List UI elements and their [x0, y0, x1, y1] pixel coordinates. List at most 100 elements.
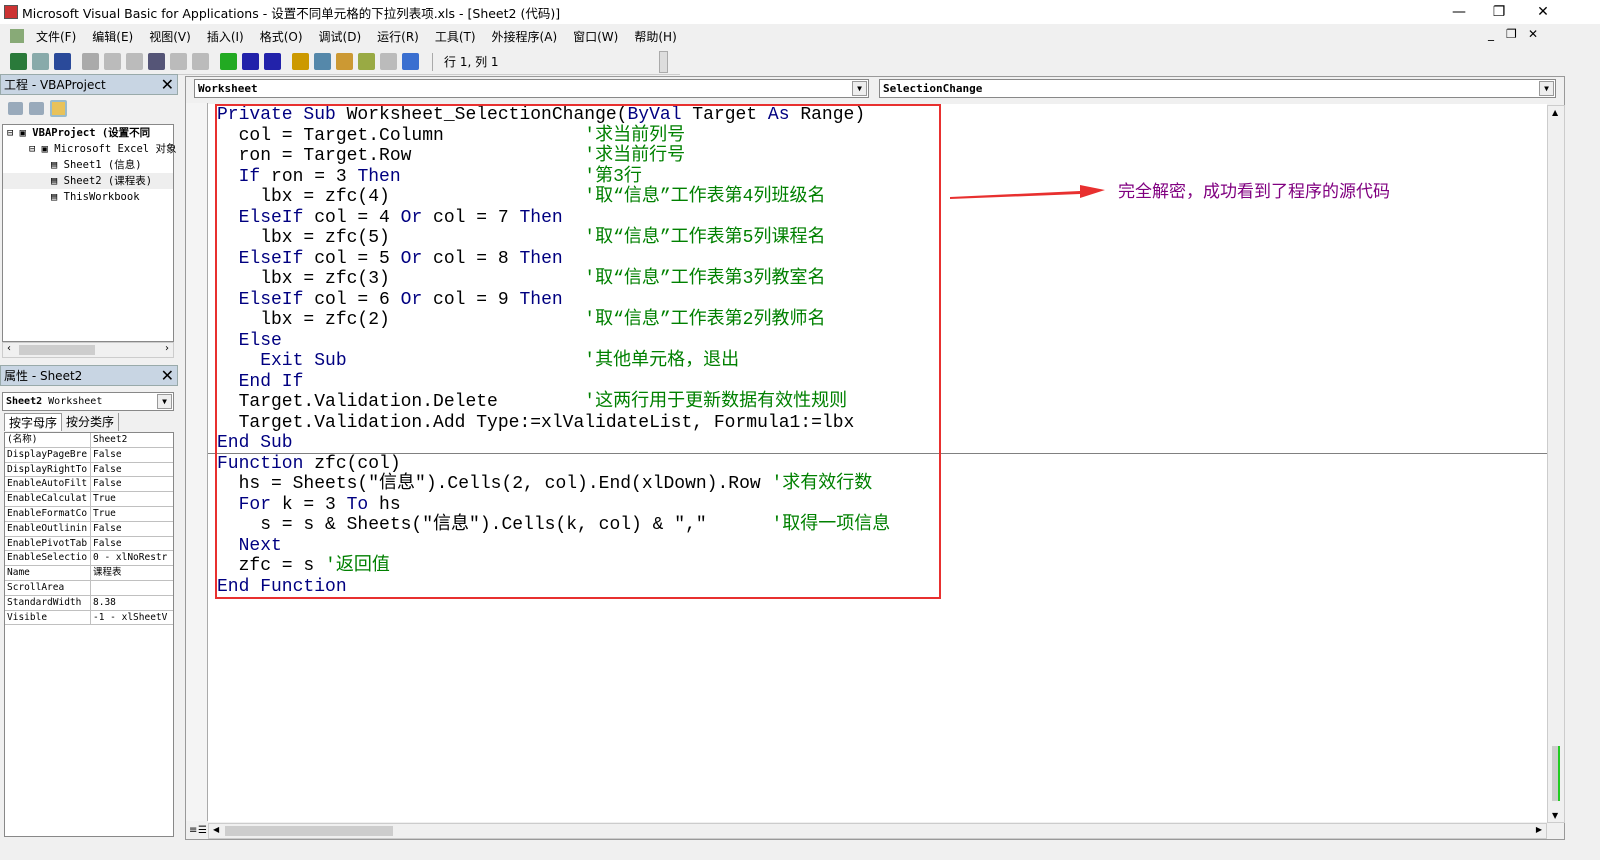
- property-value[interactable]: [91, 581, 171, 595]
- property-row[interactable]: (名称) Sheet2: [5, 433, 173, 448]
- property-name: EnablePivotTab: [5, 536, 91, 551]
- property-value[interactable]: False: [91, 522, 171, 536]
- toggle-folders-icon[interactable]: [50, 99, 67, 117]
- cut-icon[interactable]: [82, 53, 99, 70]
- view-object-icon[interactable]: [29, 101, 44, 115]
- break-icon[interactable]: [242, 53, 259, 70]
- procedure-combo-value: SelectionChange: [883, 82, 983, 95]
- properties-tabs: 按字母序 按分类序: [4, 413, 120, 431]
- property-row[interactable]: Name 课程表: [5, 566, 173, 581]
- tree-item[interactable]: ⊟ ▣ Microsoft Excel 对象: [3, 141, 176, 157]
- tree-item[interactable]: ▤ ThisWorkbook: [3, 189, 173, 205]
- menu-item[interactable]: 文件(F): [28, 28, 84, 45]
- undo-icon[interactable]: [170, 53, 187, 70]
- find-icon[interactable]: [148, 53, 165, 70]
- procedure-combo[interactable]: SelectionChange ▼: [879, 79, 1556, 98]
- menu-item[interactable]: 视图(V): [141, 28, 199, 45]
- property-name: EnableAutoFilt: [5, 477, 91, 492]
- property-row[interactable]: DisplayRightTo False: [5, 462, 173, 478]
- property-row[interactable]: EnablePivotTab False: [5, 536, 173, 552]
- close-icon[interactable]: ✕: [161, 75, 174, 94]
- menu-item[interactable]: 格式(O): [252, 28, 311, 45]
- property-row[interactable]: EnableFormatCo True: [5, 506, 173, 522]
- menu-item[interactable]: 调试(D): [311, 28, 370, 45]
- child-close-button[interactable]: ✕: [1528, 27, 1538, 41]
- property-value[interactable]: Sheet2: [91, 433, 171, 447]
- help-icon[interactable]: [402, 53, 419, 70]
- menu-item[interactable]: 窗口(W): [565, 28, 626, 45]
- property-row[interactable]: Visible -1 - xlSheetV: [5, 610, 173, 626]
- tree-item[interactable]: ▤ Sheet1 (信息): [3, 157, 173, 173]
- run-icon[interactable]: [220, 53, 237, 70]
- property-value[interactable]: -1 - xlSheetV: [91, 611, 171, 625]
- view-code-icon[interactable]: [8, 101, 23, 115]
- full-module-view-icon[interactable]: ☰: [198, 825, 207, 836]
- property-row[interactable]: EnableOutlinin False: [5, 521, 173, 537]
- annotation-text: 完全解密，成功看到了程序的源代码: [1118, 182, 1390, 202]
- object-browser-icon[interactable]: [358, 53, 375, 70]
- insert-userform-icon[interactable]: [32, 53, 49, 70]
- chevron-down-icon[interactable]: ▼: [1539, 81, 1554, 96]
- code-window-icon[interactable]: [10, 29, 24, 43]
- property-value[interactable]: False: [91, 537, 171, 551]
- property-value[interactable]: True: [91, 492, 171, 506]
- property-row[interactable]: StandardWidth 8.38: [5, 595, 173, 611]
- object-selector[interactable]: Sheet2 Worksheet ▼: [2, 392, 174, 411]
- design-mode-icon[interactable]: [292, 53, 309, 70]
- tree-item[interactable]: ▤ Sheet2 (课程表): [3, 173, 173, 189]
- margin-indicator-bar[interactable]: [186, 103, 208, 821]
- code-vertical-scrollbar[interactable]: ▲ ▼: [1547, 105, 1565, 823]
- procedure-view-icon[interactable]: ≡: [189, 825, 197, 836]
- object-combo[interactable]: Worksheet ▼: [194, 79, 869, 98]
- property-row[interactable]: EnableSelectio 0 - xlNoRestr: [5, 551, 173, 567]
- property-name: Visible: [5, 610, 91, 625]
- menu-item[interactable]: 插入(I): [199, 28, 252, 45]
- paste-icon[interactable]: [126, 53, 143, 70]
- project-explorer-icon[interactable]: [314, 53, 331, 70]
- property-row[interactable]: EnableAutoFilt False: [5, 477, 173, 493]
- toolbox-icon[interactable]: [380, 53, 397, 70]
- save-icon[interactable]: [54, 53, 71, 70]
- close-icon[interactable]: ✕: [161, 366, 174, 385]
- tree-item-label: ThisWorkbook: [63, 191, 140, 203]
- tab-alphabetic[interactable]: 按字母序: [4, 413, 63, 431]
- property-value[interactable]: 8.38: [91, 596, 171, 610]
- close-button[interactable]: ✕: [1520, 0, 1566, 24]
- property-name: EnableCalculat: [5, 492, 91, 506]
- child-restore-button[interactable]: ❐: [1506, 27, 1517, 41]
- property-value[interactable]: False: [91, 448, 171, 462]
- folder-icon: ⊟ ▣: [29, 143, 55, 155]
- reset-icon[interactable]: [264, 53, 281, 70]
- property-value[interactable]: False: [91, 463, 171, 477]
- sheet-icon: ▤: [51, 175, 64, 187]
- toolbar-overflow-handle[interactable]: [659, 50, 668, 73]
- project-explorer: 工程 - VBAProject ✕ ⊟ ▣ VBAProject (设置不同 ⊟ …: [0, 74, 178, 360]
- property-row[interactable]: ScrollArea: [5, 580, 173, 596]
- child-minimize-button[interactable]: _: [1488, 27, 1494, 41]
- property-value[interactable]: False: [91, 477, 171, 491]
- menu-item[interactable]: 工具(T): [427, 28, 484, 45]
- redo-icon[interactable]: [192, 53, 209, 70]
- properties-icon[interactable]: [336, 53, 353, 70]
- property-value[interactable]: 课程表: [91, 566, 171, 580]
- property-name: StandardWidth: [5, 595, 91, 610]
- code-horizontal-scrollbar[interactable]: ◀ ▶: [208, 823, 1547, 839]
- chevron-down-icon[interactable]: ▼: [157, 394, 172, 409]
- menu-item[interactable]: 编辑(E): [84, 28, 141, 45]
- copy-icon[interactable]: [104, 53, 121, 70]
- property-row[interactable]: EnableCalculat True: [5, 492, 173, 507]
- property-value[interactable]: 0 - xlNoRestr: [91, 551, 171, 565]
- property-row[interactable]: DisplayPageBre False: [5, 447, 173, 463]
- menu-item[interactable]: 运行(R): [369, 28, 427, 45]
- menu-item[interactable]: 外接程序(A): [484, 28, 566, 45]
- tree-item[interactable]: ⊟ ▣ VBAProject (设置不同: [3, 125, 173, 141]
- restore-button[interactable]: ❐: [1476, 0, 1522, 24]
- property-value[interactable]: True: [91, 507, 171, 521]
- excel-icon[interactable]: [10, 53, 27, 70]
- properties-title: 属性 - Sheet2: [4, 369, 83, 383]
- chevron-down-icon[interactable]: ▼: [852, 81, 867, 96]
- property-name: EnableOutlinin: [5, 521, 91, 536]
- menu-item[interactable]: 帮助(H): [626, 28, 684, 45]
- tree-horizontal-scrollbar[interactable]: ‹ ›: [2, 342, 174, 358]
- tab-categorized[interactable]: 按分类序: [62, 413, 120, 431]
